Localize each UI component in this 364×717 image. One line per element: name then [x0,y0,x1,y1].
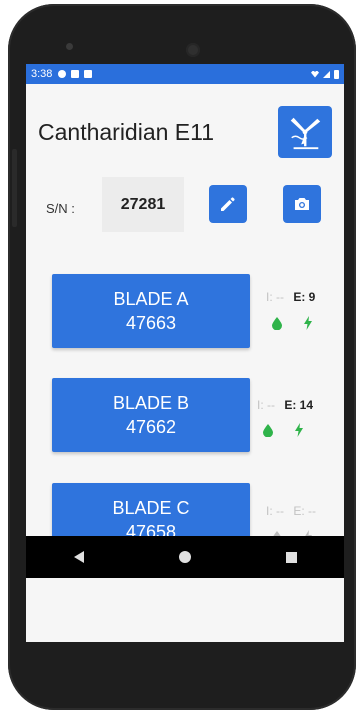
sensor-dot [66,43,73,50]
page-title: Cantharidian E11 [38,119,215,145]
e-value: E: -- [293,504,317,518]
camera-button[interactable] [283,185,321,223]
blade-b-button[interactable]: BLADE B 47662 [52,378,250,452]
battery-icon [334,69,339,79]
pencil-icon [221,197,235,211]
e-value: E: 9 [293,290,316,304]
blade-name: BLADE C [112,498,190,518]
sd-card-status-icon [84,70,93,78]
wind-turbine-icon [290,117,321,150]
serial-number-field[interactable]: 27281 [102,177,184,232]
blade-c-readings: I: -- E: -- [266,504,316,518]
e-value: E: 14 [284,398,314,412]
blade-name: BLADE B [112,393,190,413]
serial-label: S/N : [46,201,75,216]
camera-icon [295,198,309,210]
status-time: 3:38 [31,68,53,80]
water-drop-icon [272,317,282,330]
recent-apps-icon[interactable] [285,551,297,563]
blade-a-readings: I: -- E: 9 [266,290,315,304]
front-camera [186,43,200,57]
wifi-icon [311,70,319,78]
i-value: I: -- [266,290,284,304]
i-value: I: -- [257,398,275,412]
android-nav-bar [26,536,344,578]
signal-icon [323,70,330,78]
water-drop-icon [263,424,273,437]
lightning-bolt-icon [304,316,312,330]
home-icon[interactable] [178,551,191,563]
blade-a-status-icons [271,316,313,330]
blade-number: 47663 [125,313,177,333]
blade-b-readings: I: -- E: 14 [257,398,313,412]
blade-number: 47662 [125,417,177,437]
settings-status-icon [58,70,67,78]
blade-name: BLADE A [113,289,189,309]
side-button [12,149,17,227]
status-bar: 3:38 [26,64,344,84]
edit-button[interactable] [209,185,247,223]
back-icon[interactable] [73,551,84,563]
lightning-bolt-icon [295,423,303,437]
blade-a-button[interactable]: BLADE A 47663 [52,274,250,348]
i-value: I: -- [266,504,284,518]
turbine-button[interactable] [278,106,332,158]
blade-b-status-icons [262,423,304,437]
notification-status-icon [71,70,80,78]
